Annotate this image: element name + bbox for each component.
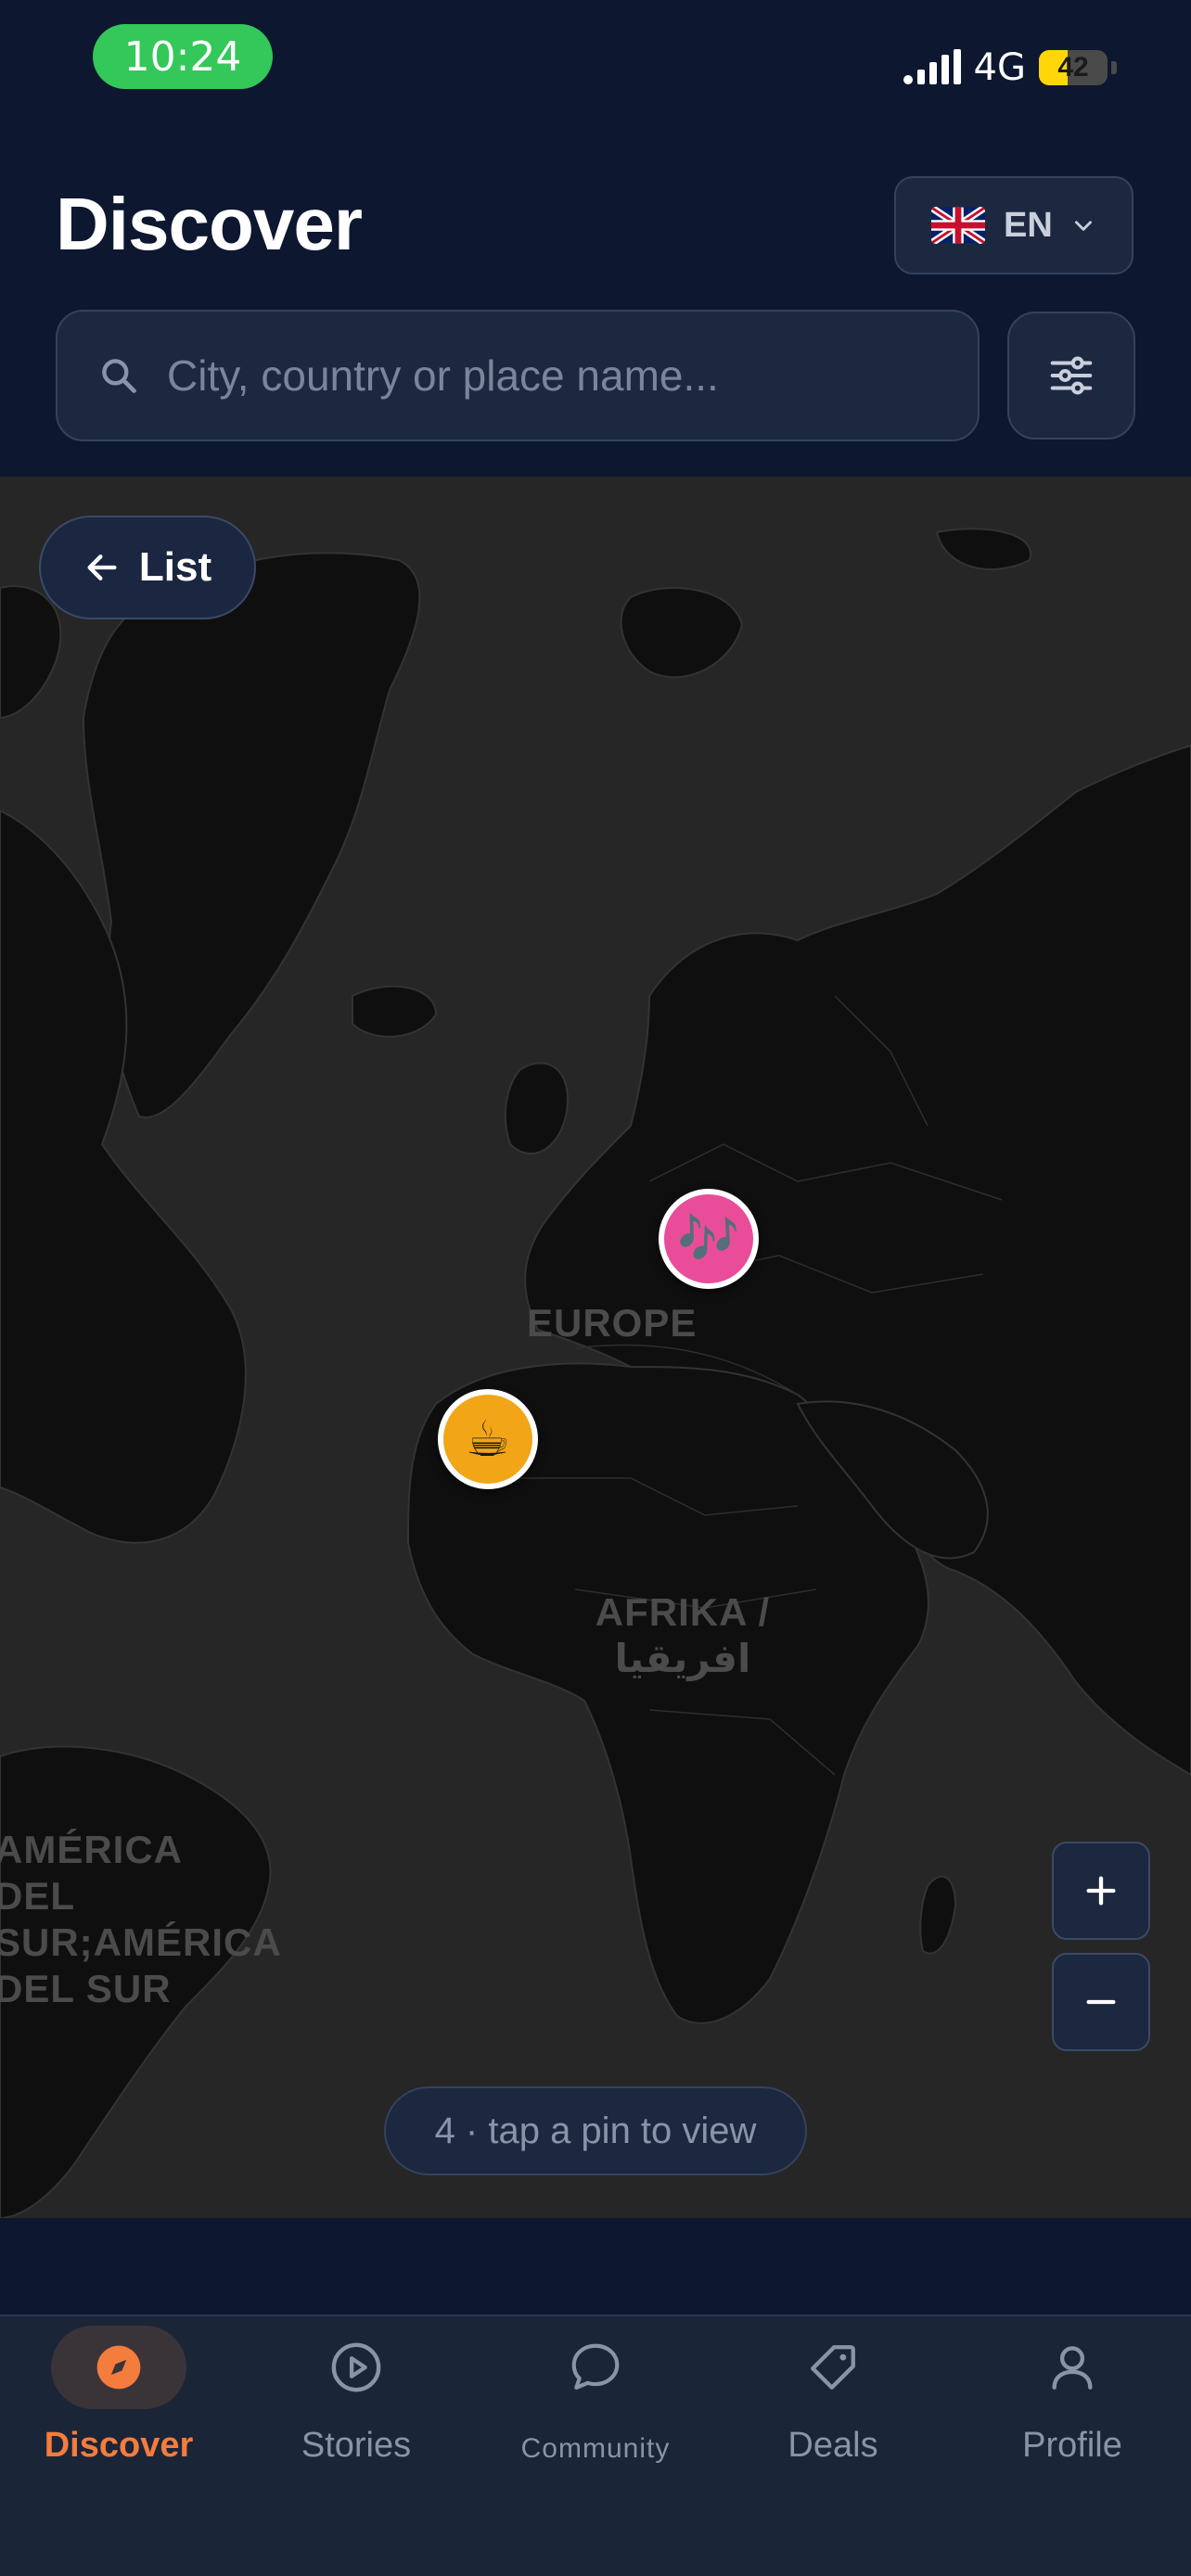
nav-discover[interactable]: Discover bbox=[0, 2318, 237, 2504]
uk-flag-icon bbox=[931, 207, 985, 244]
back-to-list-button[interactable]: List bbox=[39, 516, 256, 619]
map-hint: 4 · tap a pin to view bbox=[384, 2086, 807, 2175]
coffee-pin[interactable]: ☕ bbox=[438, 1389, 538, 1489]
world-map[interactable]: EUROPE AFRIKA / افريقيا AMÉRICA DEL SUR;… bbox=[0, 477, 1191, 2218]
zoom-out-button[interactable] bbox=[1052, 1953, 1150, 2051]
page-title: Discover bbox=[56, 183, 363, 265]
nav-deals[interactable]: Deals bbox=[714, 2318, 952, 2504]
nav-discover-label: Discover bbox=[44, 2426, 194, 2465]
play-circle-icon bbox=[331, 2342, 381, 2392]
sliders-icon bbox=[1050, 356, 1093, 395]
map-label-south-america: AMÉRICA DEL SUR;AMÉRICA DEL SUR bbox=[0, 1828, 282, 2010]
nav-community[interactable]: Community bbox=[477, 2318, 714, 2504]
back-to-list-label: List bbox=[138, 544, 212, 590]
coffee-icon: ☕ bbox=[465, 1409, 511, 1468]
nav-stories-label: Stories bbox=[301, 2426, 412, 2465]
person-icon bbox=[1052, 2346, 1093, 2390]
search-icon bbox=[102, 359, 136, 393]
nav-stories[interactable]: Stories bbox=[237, 2318, 475, 2504]
arrow-left-icon bbox=[87, 555, 117, 580]
battery-icon: 42 bbox=[1039, 50, 1108, 85]
battery-percent: 42 bbox=[1057, 52, 1089, 83]
chevron-down-icon bbox=[1074, 221, 1092, 231]
chat-bubble-icon bbox=[571, 2343, 620, 2391]
nav-community-label: Community bbox=[520, 2433, 671, 2464]
music-notes-icon: 🎶 bbox=[677, 1209, 740, 1268]
zoom-in-button[interactable] bbox=[1052, 1842, 1150, 1940]
plus-icon bbox=[1086, 1876, 1116, 1906]
bottom-navigation: Discover Stories Community Deals Profile bbox=[0, 2315, 1191, 2576]
network-type: 4G bbox=[973, 46, 1026, 89]
nav-profile-label: Profile bbox=[1022, 2426, 1122, 2465]
filter-button[interactable] bbox=[1007, 312, 1135, 440]
search-input[interactable] bbox=[167, 351, 978, 401]
map-label-europe: EUROPE bbox=[527, 1301, 698, 1345]
minus-icon bbox=[1086, 1999, 1116, 2005]
map-label-africa: AFRIKA / افريقيا bbox=[595, 1590, 771, 1680]
signal-icon bbox=[903, 49, 961, 84]
nav-profile[interactable]: Profile bbox=[954, 2318, 1191, 2504]
status-bar: 10:24 4G 42 bbox=[0, 0, 1191, 121]
status-indicators: 4G 42 bbox=[903, 41, 1117, 95]
language-code: EN bbox=[1004, 205, 1053, 245]
music-pin[interactable]: 🎶 bbox=[659, 1189, 759, 1289]
nav-deals-label: Deals bbox=[788, 2426, 878, 2465]
status-time: 10:24 bbox=[93, 24, 273, 89]
compass-icon bbox=[96, 2345, 141, 2390]
tag-icon bbox=[811, 2345, 855, 2390]
search-box[interactable] bbox=[56, 310, 980, 441]
language-selector[interactable]: EN bbox=[894, 176, 1133, 274]
